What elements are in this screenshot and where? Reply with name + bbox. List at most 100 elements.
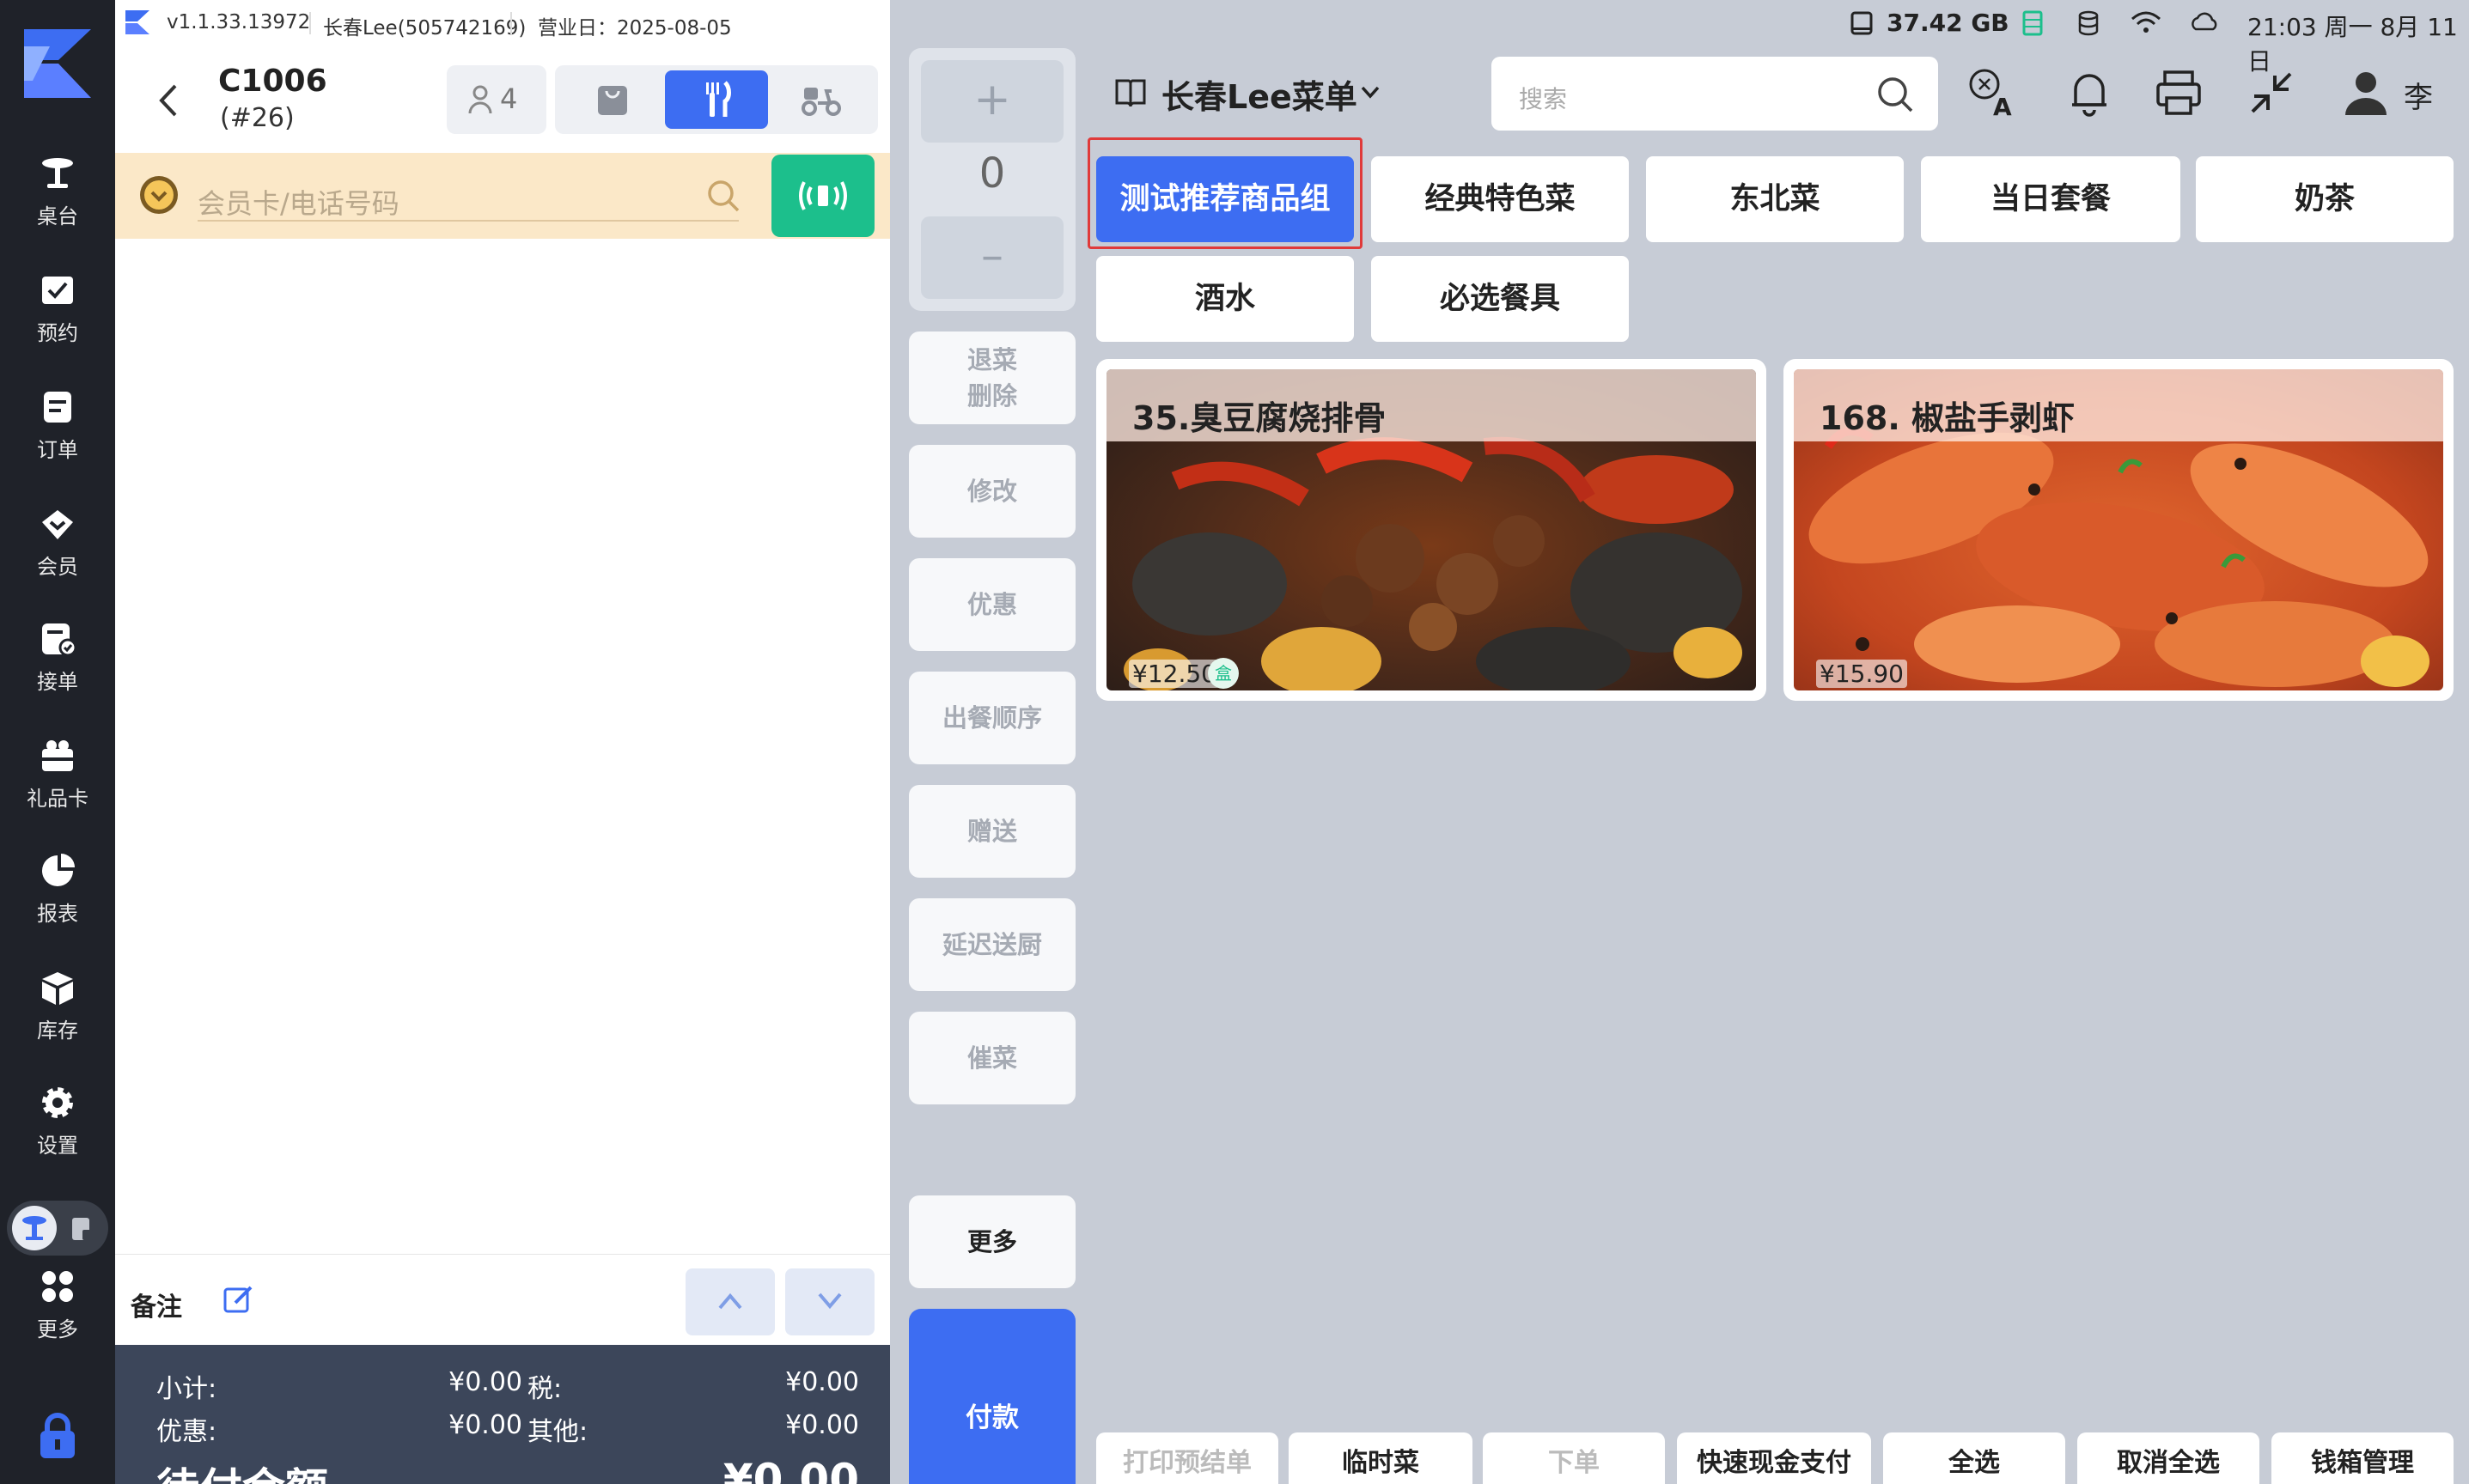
quick-cash-pay-button[interactable]: 快速现金支付	[1677, 1432, 1871, 1484]
person-icon	[468, 85, 492, 114]
translate-icon[interactable]: A	[1967, 67, 2019, 119]
category-tab-1[interactable]: 经典特色菜	[1371, 156, 1629, 242]
tax-value: ¥0.00	[785, 1367, 859, 1397]
dine-in-toggle-option[interactable]	[12, 1206, 57, 1250]
order-sequence: (#26)	[220, 103, 295, 133]
nav-item-orders[interactable]: 订单	[0, 388, 115, 483]
more-apps-icon	[42, 1271, 73, 1302]
discount-value: ¥0.00	[448, 1410, 522, 1440]
chevron-down-icon[interactable]	[1359, 84, 1381, 101]
product-card[interactable]: 35.臭豆腐烧排骨 ¥12.50 盒	[1096, 359, 1766, 701]
guest-count: 4	[500, 82, 518, 115]
chevron-down-icon	[818, 1292, 842, 1310]
note-bar: 备注	[115, 1254, 890, 1345]
mode-toggle[interactable]	[7, 1201, 108, 1256]
nav-label: 会员	[37, 555, 78, 579]
search-icon[interactable]	[1876, 76, 1914, 113]
store-name: 长春Lee(505742169)	[323, 17, 527, 40]
order-icon	[44, 392, 71, 423]
rush-order-button[interactable]: 催菜	[909, 1012, 1076, 1104]
product-photo: 35.臭豆腐烧排骨 ¥12.50 盒	[1106, 369, 1756, 690]
other-label: 其他:	[527, 1417, 588, 1447]
delay-kitchen-button[interactable]: 延迟送厨	[909, 898, 1076, 991]
nav-item-more[interactable]: 更多	[0, 1268, 115, 1362]
side-nav: 桌台 预约 订单 会员 接单 礼品卡 报表 库存 设置 更多	[0, 0, 115, 1484]
nav-label: 订单	[37, 438, 78, 462]
nfc-icon	[799, 181, 847, 210]
back-icon[interactable]	[155, 81, 182, 120]
nav-item-accept-orders[interactable]: 接单	[0, 620, 115, 715]
modify-button[interactable]: 修改	[909, 445, 1076, 538]
user-avatar-icon[interactable]	[2340, 67, 2392, 119]
serving-order-button[interactable]: 出餐顺序	[909, 672, 1076, 764]
category-tab-6[interactable]: 必选餐具	[1371, 256, 1629, 342]
cash-drawer-button[interactable]: 钱箱管理	[2271, 1432, 2454, 1484]
nav-label: 库存	[37, 1019, 78, 1043]
category-tab-3[interactable]: 当日套餐	[1921, 156, 2180, 242]
edit-note-icon[interactable]	[223, 1284, 254, 1315]
bell-icon[interactable]	[2064, 67, 2115, 119]
menu-title[interactable]: 长春Lee菜单	[1161, 70, 1357, 118]
gift-item-button[interactable]: 赠送	[909, 785, 1076, 878]
nav-item-members[interactable]: 会员	[0, 505, 115, 599]
wifi-icon	[2131, 11, 2161, 33]
tax-label: 税:	[527, 1374, 563, 1404]
nfc-scan-button[interactable]	[771, 155, 875, 237]
dine-in-mode-button[interactable]	[665, 70, 768, 129]
note-label: 备注	[131, 1292, 182, 1323]
select-all-button[interactable]: 全选	[1883, 1432, 2065, 1484]
database-icon	[2078, 10, 2099, 36]
pay-button[interactable]: 付款	[909, 1309, 1076, 1484]
svg-text:A: A	[1993, 93, 2012, 119]
highlight-frame	[1088, 137, 1363, 249]
category-tab-4[interactable]: 奶茶	[2196, 156, 2454, 242]
nav-item-gift-cards[interactable]: 礼品卡	[0, 737, 115, 831]
scroll-down-button[interactable]	[785, 1268, 875, 1335]
search-icon[interactable]	[706, 179, 741, 213]
more-actions-button[interactable]: 更多	[909, 1195, 1076, 1288]
void-delete-button[interactable]: 退菜 删除	[909, 331, 1076, 424]
quantity-minus-button[interactable]: –	[921, 216, 1064, 299]
product-card[interactable]: 168. 椒盐手剥虾 ¥15.90	[1783, 359, 2454, 701]
takeout-toggle-icon[interactable]	[69, 1216, 94, 1242]
discount-button[interactable]: 优惠	[909, 558, 1076, 651]
delivery-mode-button[interactable]	[770, 70, 873, 129]
guest-count-button[interactable]: 4	[447, 65, 546, 134]
service-mode-group	[555, 65, 878, 134]
takeaway-mode-button[interactable]	[560, 70, 663, 129]
nav-item-reservations[interactable]: 预约	[0, 271, 115, 366]
table-icon	[42, 158, 73, 188]
print-prebill-button[interactable]: 打印预结单	[1096, 1432, 1278, 1484]
product-price: ¥15.90	[1816, 660, 1907, 688]
report-icon	[42, 854, 75, 886]
box-badge: 盒	[1208, 658, 1239, 689]
category-tab-5[interactable]: 酒水	[1096, 256, 1354, 342]
lock-icon[interactable]	[38, 1412, 77, 1460]
nav-item-inventory[interactable]: 库存	[0, 969, 115, 1063]
user-name[interactable]: 李	[2404, 74, 2433, 116]
nav-item-settings[interactable]: 设置	[0, 1084, 115, 1178]
reservation-icon	[42, 277, 73, 304]
printer-icon[interactable]	[2153, 67, 2204, 119]
category-tab-2[interactable]: 东北菜	[1646, 156, 1904, 242]
chevron-up-icon	[718, 1292, 742, 1310]
collapse-icon[interactable]	[2246, 67, 2297, 119]
nav-label: 礼品卡	[27, 787, 88, 811]
nav-item-reports[interactable]: 报表	[0, 852, 115, 946]
nav-label: 接单	[37, 670, 78, 694]
scroll-up-button[interactable]	[686, 1268, 775, 1335]
amount-due-value: ¥0.00	[722, 1455, 859, 1484]
order-panel: v1.1.33.13972 长春Lee(505742169) 营业日：2025-…	[115, 0, 890, 1484]
nav-label: 更多	[37, 1317, 78, 1341]
temporary-dish-button[interactable]: 临时菜	[1289, 1432, 1472, 1484]
product-search-input[interactable]: 搜索	[1491, 57, 1938, 131]
nav-item-tables[interactable]: 桌台	[0, 155, 115, 249]
storage-icon	[1850, 11, 1873, 35]
place-order-button[interactable]: 下单	[1483, 1432, 1665, 1484]
member-search-input[interactable]: 会员卡/电话号码	[198, 170, 739, 222]
deselect-all-button[interactable]: 取消全选	[2077, 1432, 2259, 1484]
app-logo-icon	[24, 29, 91, 98]
nav-label: 报表	[37, 902, 78, 926]
quantity-plus-button[interactable]: +	[921, 60, 1064, 143]
spreadsheet-icon	[2022, 10, 2043, 36]
